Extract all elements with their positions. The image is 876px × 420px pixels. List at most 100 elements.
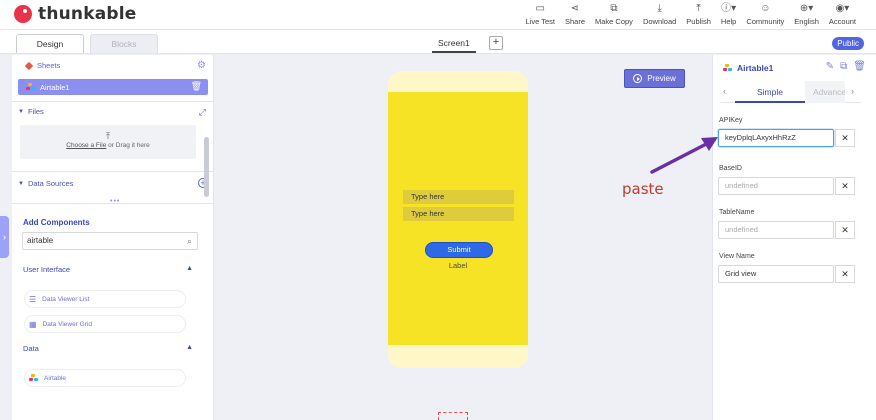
tab-blocks[interactable]: Blocks bbox=[90, 34, 158, 53]
upload-icon: ⤒ bbox=[696, 3, 701, 14]
nav-download[interactable]: ⤓ Download bbox=[642, 0, 677, 27]
nav-label: Community bbox=[746, 17, 785, 26]
nav-share[interactable]: ⋖ Share bbox=[564, 0, 585, 27]
nav-label: Publish bbox=[686, 17, 711, 26]
component-label: Data Viewer Grid bbox=[42, 320, 92, 328]
component-data-viewer-list[interactable]: ☰ Data Viewer List bbox=[24, 290, 186, 308]
property-input-apikey[interactable]: keyDplqLAxyxHhRzZ bbox=[718, 129, 834, 147]
phone-preview: Type here Type here Submit Label bbox=[388, 71, 528, 368]
phone-screen[interactable]: Type here Type here Submit Label bbox=[388, 92, 528, 345]
nav-help[interactable]: ⓘ▾ Help bbox=[720, 0, 737, 27]
text-input-1[interactable]: Type here bbox=[403, 190, 514, 204]
public-badge[interactable]: Public bbox=[832, 37, 864, 50]
properties-tabs: ‹ Simple Advanced › bbox=[721, 81, 861, 103]
add-screen-button[interactable]: + bbox=[489, 36, 503, 50]
nav-community[interactable]: ☺ Community bbox=[746, 0, 785, 27]
property-label: APIKey bbox=[719, 117, 743, 124]
user-interface-section[interactable]: User Interface ▲ bbox=[23, 265, 193, 274]
app-name: thunkable bbox=[38, 4, 137, 24]
caret-down-icon: ▼ bbox=[18, 180, 24, 187]
avatar-icon: ◉▾ bbox=[835, 3, 850, 14]
preview-button[interactable]: Preview bbox=[624, 69, 685, 88]
thunkable-logo-icon bbox=[14, 5, 32, 23]
duplicate-icon[interactable]: ⧉ bbox=[840, 61, 847, 72]
data-section[interactable]: Data ▲ bbox=[23, 344, 193, 353]
chevron-left-icon[interactable]: ‹ bbox=[723, 86, 726, 96]
tab-advanced[interactable]: Advanced bbox=[805, 81, 845, 103]
component-label: Airtable bbox=[44, 374, 67, 382]
nav-account[interactable]: ◉▾ Account bbox=[829, 0, 856, 27]
scrollbar[interactable] bbox=[204, 137, 209, 197]
files-section-header[interactable]: ▼ Files ⤢ bbox=[18, 107, 208, 118]
property-input-tablename[interactable]: undefined bbox=[718, 221, 834, 239]
label-component[interactable]: Label bbox=[388, 261, 528, 270]
file-dropzone[interactable]: ⤒ Choose a File or Drag it here bbox=[20, 125, 196, 159]
close-icon[interactable]: ✕ bbox=[835, 221, 855, 239]
search-icon[interactable]: ⌕ bbox=[187, 233, 192, 249]
tab-design[interactable]: Design bbox=[16, 34, 84, 53]
nav-publish[interactable]: ⤒ Publish bbox=[686, 0, 711, 27]
top-bar: thunkable ▭ Live Test ⋖ Share ⧉ Make Copy ⤓ Dow… bbox=[0, 0, 876, 30]
close-icon[interactable]: ✕ bbox=[835, 177, 855, 195]
nav-label: Share bbox=[564, 17, 585, 26]
upload-icon: ⤒ bbox=[106, 131, 110, 141]
component-airtable[interactable]: Airtable bbox=[24, 369, 186, 387]
gear-icon[interactable]: ⚙ bbox=[197, 60, 206, 71]
property-input-view-name[interactable]: Grid view bbox=[718, 265, 834, 283]
expand-icon[interactable]: ⤢ bbox=[199, 107, 206, 118]
editor-tab-row: Design Blocks Screen1 + Public bbox=[0, 30, 876, 54]
sheets-item[interactable]: Sheets ⚙ bbox=[18, 60, 208, 71]
chevron-up-icon: ▲ bbox=[186, 344, 193, 351]
copy-icon: ⧉ bbox=[610, 3, 618, 14]
community-icon: ☺ bbox=[760, 3, 771, 14]
design-canvas: Preview Type here Type here Submit Label… bbox=[215, 55, 711, 420]
close-icon[interactable]: ✕ bbox=[835, 265, 855, 283]
dashed-placeholder bbox=[438, 412, 468, 420]
submit-button[interactable]: Submit bbox=[425, 242, 493, 258]
properties-actions: ✎ ⧉ 🗑 bbox=[826, 61, 866, 72]
user-interface-label: User Interface bbox=[23, 265, 71, 274]
edit-icon[interactable]: ✎ bbox=[826, 61, 834, 72]
nav-label: Help bbox=[720, 17, 737, 26]
divider bbox=[12, 171, 214, 172]
airtable-icon bbox=[26, 83, 35, 91]
properties-title: Airtable1 bbox=[723, 63, 773, 73]
property-label: TableName bbox=[719, 209, 755, 216]
nav-make-copy[interactable]: ⧉ Make Copy bbox=[595, 0, 633, 27]
data-section-label: Data bbox=[23, 344, 39, 353]
nav-label: Live Test bbox=[525, 17, 555, 26]
chevron-right-icon[interactable]: › bbox=[851, 86, 854, 96]
files-label: Files bbox=[27, 107, 44, 116]
nav-live-test[interactable]: ▭ Live Test bbox=[525, 0, 555, 27]
share-icon: ⋖ bbox=[570, 3, 580, 14]
component-data-viewer-grid[interactable]: ▦ Data Viewer Grid bbox=[24, 315, 186, 333]
preview-label: Preview bbox=[647, 74, 676, 83]
close-icon[interactable]: ✕ bbox=[835, 129, 855, 147]
data-sources-header[interactable]: ▼ Data Sources + bbox=[18, 178, 208, 188]
divider bbox=[12, 203, 214, 204]
component-search-input[interactable]: airtable ⌕ bbox=[22, 232, 198, 250]
list-icon: ☰ bbox=[29, 294, 37, 304]
paste-annotation: paste bbox=[622, 180, 664, 198]
nav-english[interactable]: ⊕▾ English bbox=[794, 0, 819, 27]
sheets-icon bbox=[24, 61, 34, 70]
screen-selector[interactable]: Screen1 bbox=[432, 35, 476, 53]
nav-label: Download bbox=[642, 17, 677, 26]
property-label: View Name bbox=[719, 253, 755, 260]
choose-file-link[interactable]: Choose a File bbox=[66, 142, 106, 149]
thunkable-logo[interactable]: thunkable bbox=[14, 4, 137, 24]
property-input-baseid[interactable]: undefined bbox=[718, 177, 834, 195]
text-input-2[interactable]: Type here bbox=[403, 207, 514, 221]
sheets-label: Sheets bbox=[37, 61, 61, 70]
trash-icon[interactable]: 🗑 bbox=[853, 61, 866, 72]
trash-icon[interactable]: 🗑 bbox=[191, 81, 202, 92]
dropzone-text: or Drag it here bbox=[106, 142, 150, 149]
tab-simple[interactable]: Simple bbox=[735, 81, 805, 103]
left-panel: Sheets ⚙ Airtable1 🗑 ▼ Files ⤢ ⤒ Choose … bbox=[12, 55, 214, 420]
divider bbox=[12, 101, 214, 102]
data-source-airtable1[interactable]: Airtable1 🗑 bbox=[18, 79, 208, 95]
download-icon: ⤓ bbox=[657, 3, 662, 14]
property-label: BaseID bbox=[719, 165, 742, 172]
globe-icon: ⊕▾ bbox=[799, 3, 814, 14]
expand-panel-handle[interactable]: › bbox=[0, 216, 9, 258]
